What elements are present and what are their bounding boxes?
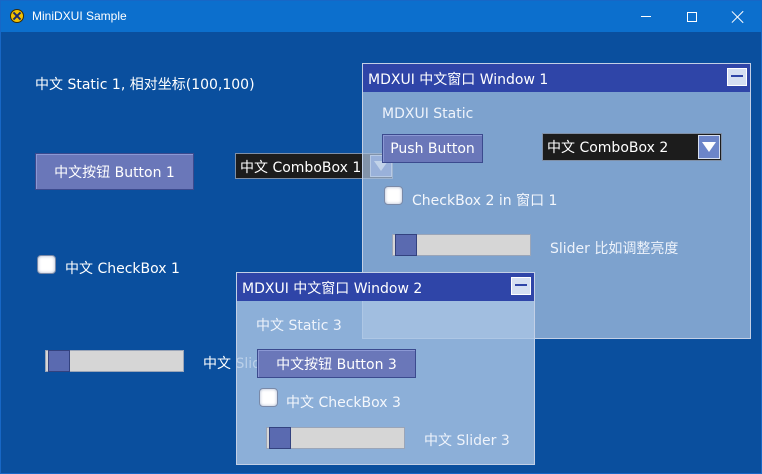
button-3[interactable]: 中文按钮 Button 3 <box>257 349 416 378</box>
minimize-icon[interactable] <box>727 68 747 86</box>
app-window: MiniDXUI Sample 中文 Static 1, 相对坐标(100,10… <box>0 0 762 474</box>
checkbox-3-label: 中文 CheckBox 3 <box>286 395 401 411</box>
chevron-down-icon <box>702 142 716 152</box>
slider-2[interactable] <box>392 234 531 256</box>
checkbox-2[interactable] <box>384 186 403 205</box>
slider-3-thumb[interactable] <box>269 427 291 449</box>
static-3: 中文 Static 3 <box>256 318 342 334</box>
slider-2-label: Slider 比如调整亮度 <box>550 241 679 257</box>
checkbox-1-label: 中文 CheckBox 1 <box>65 261 180 277</box>
minimize-button[interactable] <box>623 1 669 32</box>
title-bar[interactable]: MiniDXUI Sample <box>1 1 761 32</box>
checkbox-3[interactable] <box>259 388 278 407</box>
static-1: 中文 Static 1, 相对坐标(100,100) <box>35 77 255 93</box>
child-window-2[interactable]: MDXUI 中文窗口 Window 2 中文 Static 3 中文按钮 But… <box>236 272 535 465</box>
combobox-2-dropdown[interactable] <box>698 135 720 159</box>
combobox-1-value: 中文 ComboBox 1 <box>240 160 362 176</box>
child-window-1-titlebar[interactable]: MDXUI 中文窗口 Window 1 <box>363 64 750 92</box>
button-1[interactable]: 中文按钮 Button 1 <box>35 153 194 190</box>
static-mdxui: MDXUI Static <box>382 106 474 122</box>
slider-2-thumb[interactable] <box>395 234 417 256</box>
slider-1-thumb[interactable] <box>48 350 70 372</box>
combobox-2[interactable]: 中文 ComboBox 2 <box>542 133 722 161</box>
minimize-icon <box>641 16 651 17</box>
maximize-icon <box>687 11 697 22</box>
child-window-1-title: MDXUI 中文窗口 Window 1 <box>368 72 549 88</box>
window-title: MiniDXUI Sample <box>32 9 127 23</box>
slider-3-label: 中文 Slider 3 <box>424 433 510 449</box>
child-window-2-titlebar[interactable]: MDXUI 中文窗口 Window 2 <box>237 273 534 301</box>
maximize-button[interactable] <box>669 1 715 32</box>
slider-1[interactable] <box>45 350 184 372</box>
checkbox-1[interactable] <box>37 255 56 274</box>
minimize-icon[interactable] <box>511 277 531 295</box>
combobox-2-value: 中文 ComboBox 2 <box>547 140 669 156</box>
checkbox-2-label: CheckBox 2 in 窗口 1 <box>412 193 558 209</box>
push-button[interactable]: Push Button <box>382 134 483 163</box>
child-window-2-title: MDXUI 中文窗口 Window 2 <box>242 281 423 297</box>
slider-3[interactable] <box>266 427 405 449</box>
close-icon <box>732 11 744 23</box>
app-icon <box>10 9 24 23</box>
close-button[interactable] <box>715 1 761 32</box>
